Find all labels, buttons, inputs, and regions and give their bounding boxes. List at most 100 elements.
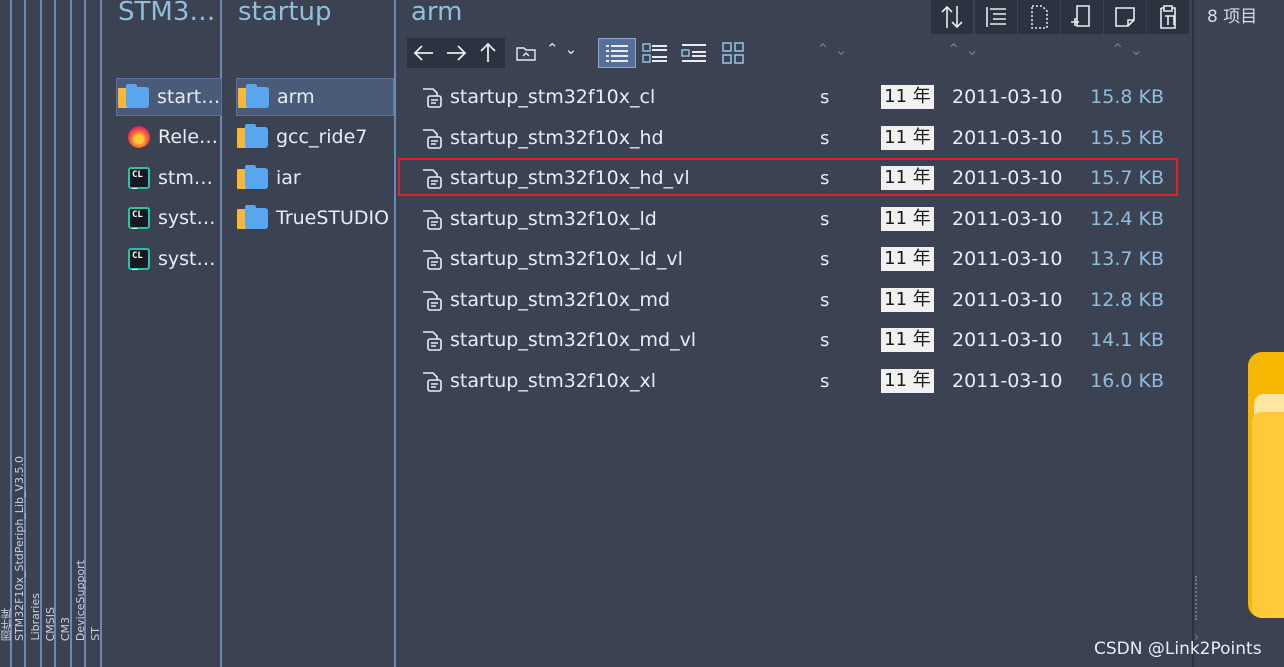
- sort-chevrons-ext[interactable]: ⌃ ⌄: [816, 40, 848, 59]
- breadcrumb-label: ST: [89, 627, 102, 641]
- breadcrumb-strip-3[interactable]: [26, 0, 42, 667]
- item-label: gcc_ride7: [276, 126, 368, 148]
- copy-button[interactable]: [1104, 0, 1146, 34]
- file-row[interactable]: startup_stm32f10x_cl s 11 年 2011-03-10 15.8 …: [408, 78, 1190, 118]
- file-extension: s: [820, 87, 830, 108]
- col2-item-arm[interactable]: arm: [236, 78, 394, 116]
- back-button[interactable]: [407, 38, 441, 68]
- view-content-button[interactable]: [677, 38, 711, 68]
- file-age-badge: 11 年: [881, 85, 934, 109]
- item-count: 8 项目: [1207, 7, 1258, 27]
- file-row[interactable]: startup_stm32f10x_md_vl s 11 年 2011-03-10 14…: [408, 321, 1190, 361]
- arrow-right-icon: [447, 45, 467, 61]
- new-file-button[interactable]: [1018, 0, 1060, 34]
- forward-button[interactable]: [439, 38, 473, 68]
- sort-chevrons-size[interactable]: ⌃ ⌄: [1111, 40, 1143, 59]
- file-size: 14.1 KB: [1090, 329, 1164, 351]
- file-date: 2011-03-10: [952, 329, 1063, 351]
- file-extension: s: [820, 208, 830, 230]
- file-size: 12.4 KB: [1090, 207, 1164, 230]
- col2-item-truestudio[interactable]: TrueSTUDIO: [236, 199, 394, 237]
- col1-item-startup[interactable]: start…: [116, 78, 222, 116]
- file-age-badge: 11 年: [881, 368, 934, 393]
- panel-resize-handle[interactable]: [1195, 576, 1201, 620]
- file-age-badge: 11 年: [881, 247, 934, 271]
- arrow-left-icon: [413, 45, 433, 61]
- breadcrumb-strip-5[interactable]: [56, 0, 72, 667]
- file-row[interactable]: startup_stm32f10x_ld_vl s 11 年 2011-03-10 13…: [408, 240, 1190, 280]
- item-label: arm: [277, 86, 315, 108]
- folder-outline-icon: [516, 47, 536, 61]
- folder-icon: [236, 124, 270, 148]
- item-label: syst…: [158, 248, 216, 270]
- file-name: startup_stm32f10x_md_vl: [450, 329, 697, 351]
- page-corner-icon: [1115, 7, 1135, 27]
- file-row[interactable]: startup_stm32f10x_xl s 11 年 2011-03-10 16.0 …: [408, 362, 1190, 402]
- view-tiles-button[interactable]: [638, 38, 672, 68]
- file-age-badge: 11 年: [881, 328, 934, 352]
- breadcrumb-label: CMSIS: [44, 606, 57, 641]
- arrow-up-icon: [480, 42, 496, 62]
- breadcrumb-label: STM32F10x_StdPeriph_Lib_V3.5.0: [13, 455, 26, 641]
- breadcrumb-label: DeviceSupport: [74, 559, 87, 641]
- history-chevrons[interactable]: ⌃⌄: [546, 40, 583, 58]
- breadcrumb-strip-7[interactable]: [86, 0, 102, 667]
- file-date: 2011-03-10: [952, 248, 1063, 270]
- script-file-icon: [423, 169, 442, 189]
- view-details-button[interactable]: [598, 38, 636, 68]
- file-size: 15.7 KB: [1090, 167, 1164, 189]
- up-button[interactable]: [471, 38, 505, 68]
- col1-item-syst-2[interactable]: CL _ syst…: [116, 240, 220, 278]
- sort-button[interactable]: [931, 0, 973, 34]
- view-icons-button[interactable]: [716, 38, 750, 68]
- main-title: arm: [411, 0, 463, 27]
- folder-icon: [236, 205, 270, 229]
- file-extension: s: [820, 289, 830, 311]
- col1-item-syst-1[interactable]: CL _ syst…: [116, 199, 220, 237]
- folder-path-button[interactable]: [509, 38, 543, 68]
- firefox-icon: [128, 126, 150, 148]
- col2-item-gcc-ride7[interactable]: gcc_ride7: [236, 118, 394, 156]
- file-row[interactable]: startup_stm32f10x_hd s 11 年 2011-03-10 15.5 …: [408, 119, 1190, 159]
- col1-item-release[interactable]: Rele…: [116, 118, 220, 156]
- script-file-icon: [423, 128, 442, 149]
- details-button[interactable]: [975, 0, 1017, 34]
- file-name: startup_stm32f10x_ld_vl: [450, 248, 683, 270]
- column-title: startup: [238, 0, 332, 27]
- sort-chevrons-date[interactable]: ⌃ ⌄: [947, 40, 979, 59]
- watermark: CSDN @Link2Points: [1094, 639, 1262, 659]
- tiles-view-icon: [642, 43, 667, 63]
- file-row[interactable]: startup_stm32f10x_hd_vl s 11 年 2011-03-10 15…: [408, 159, 1190, 199]
- script-file-icon: [423, 88, 442, 108]
- content-view-icon: [681, 44, 706, 62]
- list-view-icon: [606, 45, 628, 62]
- col2-item-iar[interactable]: iar: [236, 159, 394, 197]
- file-age-badge: 11 年: [881, 166, 934, 190]
- clion-icon: CL _: [128, 207, 150, 230]
- file-size: 16.0 KB: [1090, 369, 1164, 392]
- file-size: 15.8 KB: [1090, 86, 1164, 108]
- file-date: 2011-03-10: [952, 369, 1063, 392]
- file-date: 2011-03-10: [952, 86, 1063, 108]
- column-title: STM3…: [118, 0, 216, 27]
- file-extension: s: [820, 330, 830, 351]
- clion-icon: CL _: [128, 248, 150, 271]
- file-row[interactable]: startup_stm32f10x_ld s 11 年 2011-03-10 12.4 …: [408, 200, 1190, 240]
- clion-icon: CL _: [128, 167, 150, 190]
- file-age-badge: 11 年: [881, 125, 934, 150]
- breadcrumb-strip-1[interactable]: [0, 0, 12, 667]
- file-date: 2011-03-10: [952, 288, 1063, 311]
- file-row[interactable]: startup_stm32f10x_md s 11 年 2011-03-10 12.8 …: [408, 281, 1190, 321]
- breadcrumb-strip-4[interactable]: [42, 0, 56, 667]
- folder-icon: [117, 84, 151, 108]
- col1-item-stm[interactable]: CL _ stm…: [116, 159, 220, 197]
- sort-arrows-icon: [941, 5, 963, 29]
- paste-button[interactable]: [1147, 0, 1189, 34]
- file-name: startup_stm32f10x_cl: [450, 86, 656, 108]
- file-icon: [1031, 5, 1048, 29]
- script-file-icon: [423, 250, 442, 270]
- file-date: 2011-03-10: [952, 207, 1063, 230]
- file-name: startup_stm32f10x_ld: [450, 207, 657, 230]
- new-folder-button[interactable]: [1061, 0, 1103, 34]
- item-label: start…: [157, 86, 221, 108]
